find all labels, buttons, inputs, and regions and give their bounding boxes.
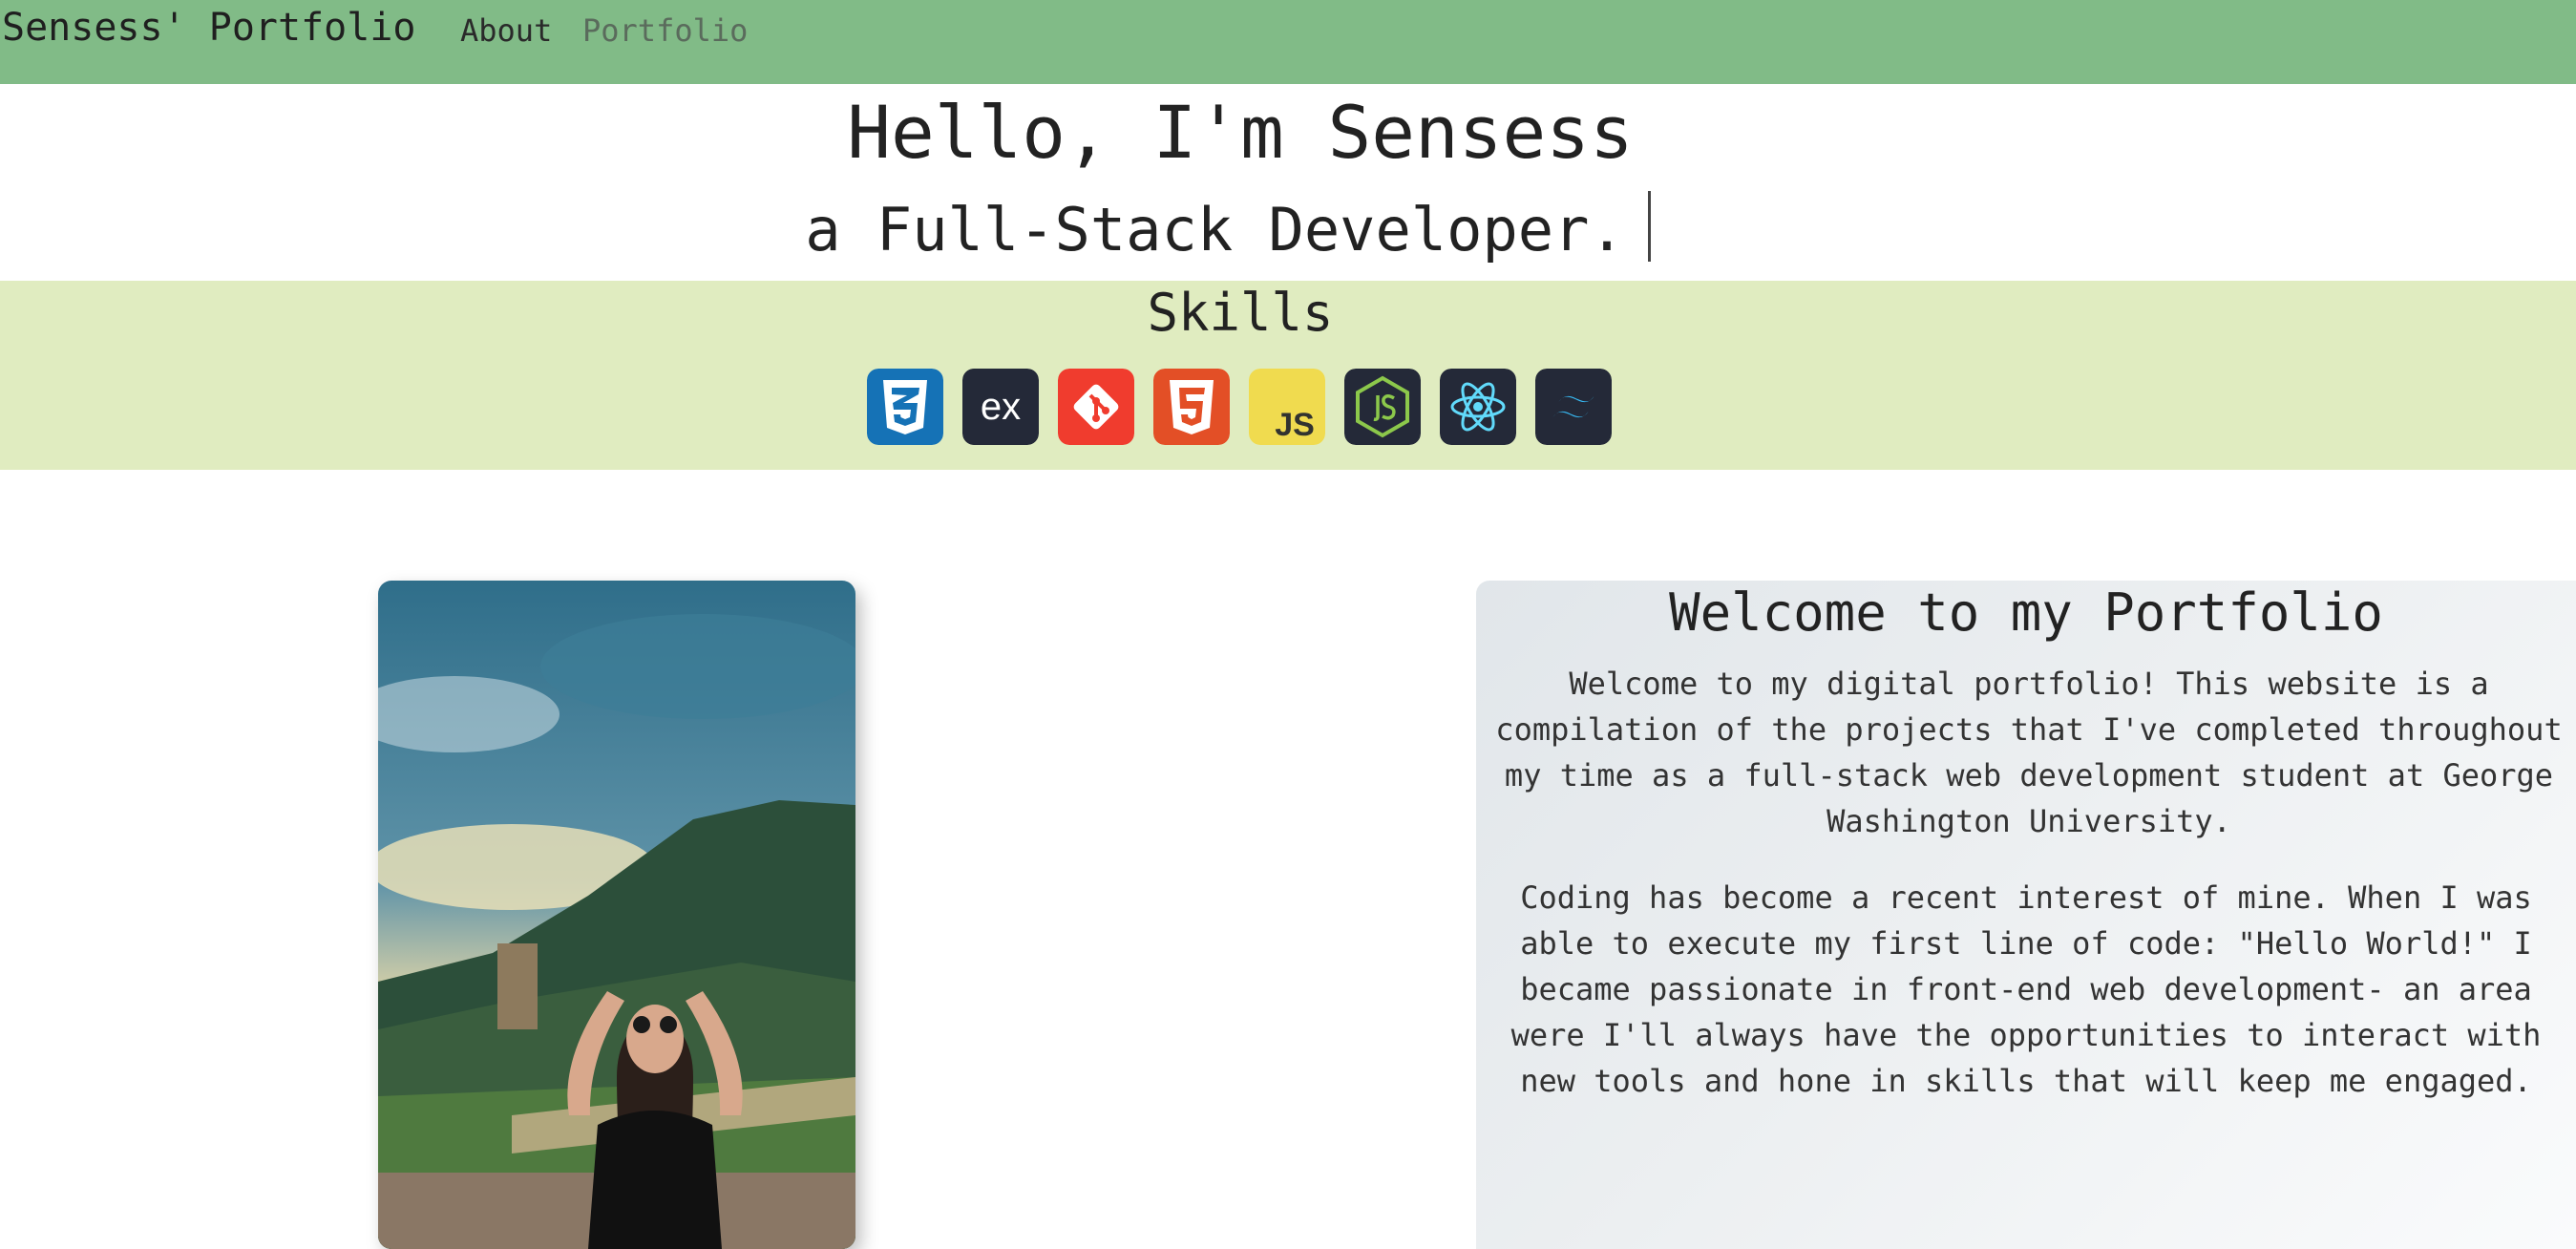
- welcome-card: Welcome to my Portfolio Welcome to my di…: [1476, 581, 2576, 1249]
- hero-subtitle-wrap: a Full-Stack Developer.: [0, 191, 2456, 265]
- skills-icon-row: ex JS: [867, 369, 1612, 445]
- hero-section: Hello, I'm Sensess a Full-Stack Develope…: [0, 84, 2576, 281]
- typing-caret: [1647, 191, 1651, 262]
- welcome-paragraph-2: Coding has become a recent interest of m…: [1510, 879, 2542, 1099]
- express-icon-text: ex: [981, 386, 1021, 428]
- hero-subtitle: a Full-Stack Developer.: [805, 195, 1625, 265]
- nav-link-about[interactable]: About: [460, 12, 552, 49]
- brand-link[interactable]: Sensess' Portfolio: [2, 6, 415, 50]
- nodejs-icon: [1344, 369, 1421, 445]
- welcome-paragraph-1: Welcome to my digital portfolio! This we…: [1495, 666, 2563, 839]
- nav-link-portfolio[interactable]: Portfolio: [582, 12, 748, 49]
- navbar: Sensess' Portfolio About Portfolio: [0, 0, 2576, 84]
- profile-photo: [378, 581, 855, 1249]
- hero-title: Hello, I'm Sensess: [847, 90, 1634, 175]
- express-icon: ex: [962, 369, 1039, 445]
- tailwind-icon: [1535, 369, 1612, 445]
- skills-section: Skills ex JS: [0, 281, 2576, 470]
- skills-title: Skills: [1147, 283, 1334, 343]
- welcome-title: Welcome to my Portfolio: [1669, 582, 2383, 643]
- html5-icon: [1153, 369, 1230, 445]
- git-icon: [1058, 369, 1134, 445]
- javascript-icon: JS: [1249, 369, 1325, 445]
- javascript-icon-text: JS: [1275, 407, 1315, 443]
- react-icon: [1440, 369, 1516, 445]
- css3-icon: [867, 369, 943, 445]
